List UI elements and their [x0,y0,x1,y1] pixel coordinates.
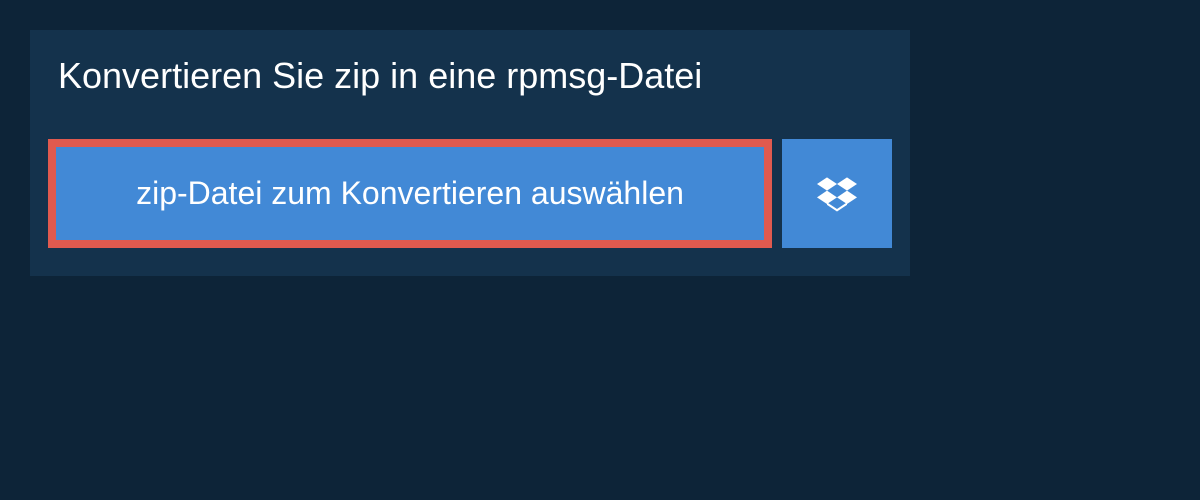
converter-panel: Konvertieren Sie zip in eine rpmsg-Datei… [30,30,910,276]
select-file-button[interactable]: zip-Datei zum Konvertieren auswählen [48,139,772,248]
dropbox-button[interactable] [782,139,892,248]
dropbox-icon [817,174,857,214]
page-title: Konvertieren Sie zip in eine rpmsg-Datei [30,30,910,121]
button-row: zip-Datei zum Konvertieren auswählen [30,121,910,276]
